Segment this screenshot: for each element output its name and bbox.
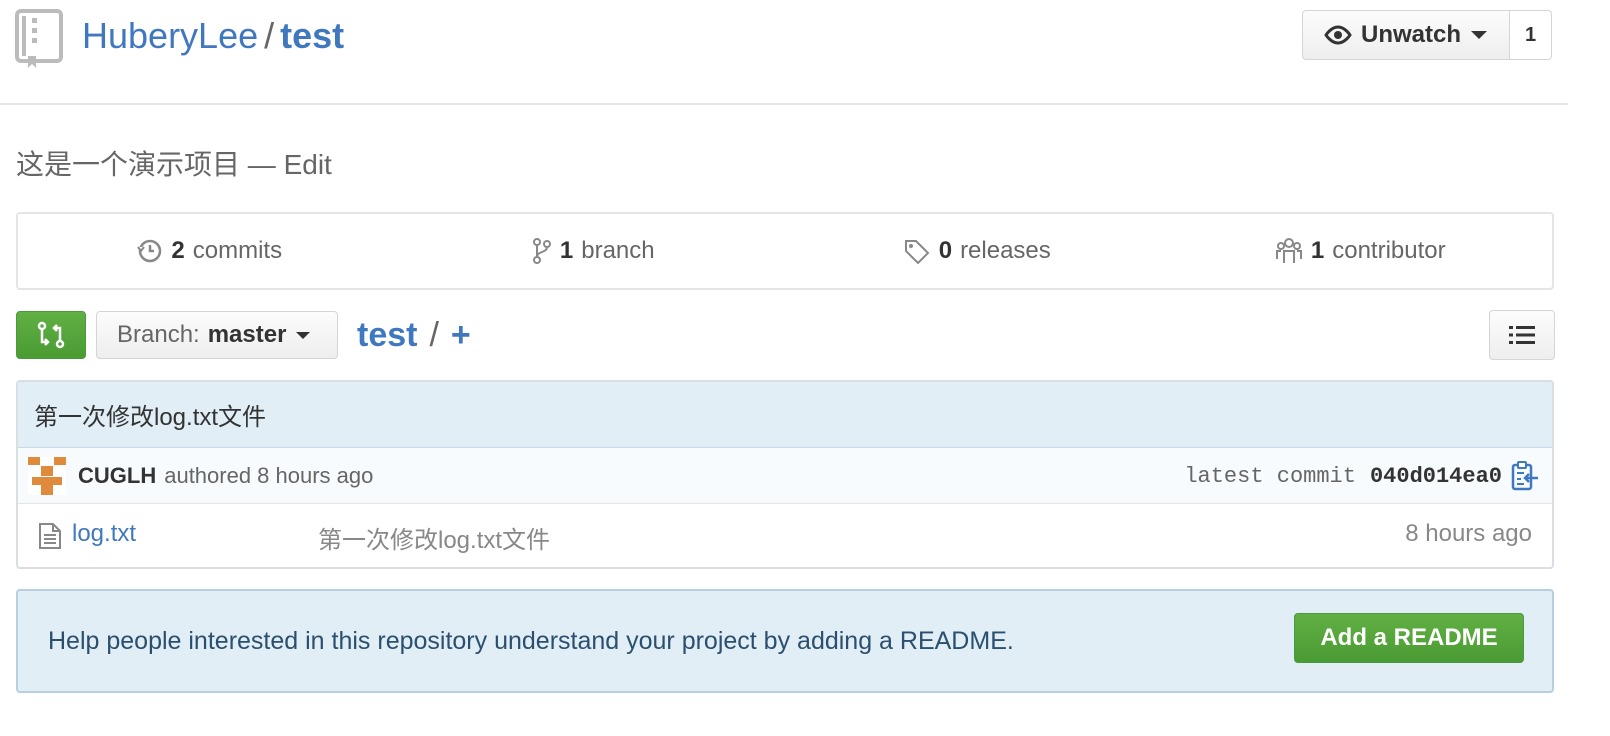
- unwatch-label: Unwatch: [1361, 21, 1462, 48]
- watchers-count[interactable]: 1: [1510, 10, 1552, 60]
- contributors-label: contributor: [1332, 237, 1446, 264]
- watch-group: Unwatch 1: [1302, 10, 1552, 60]
- repo-description-dash: —: [247, 149, 276, 180]
- avatar[interactable]: [28, 456, 66, 495]
- commit-meta: CUGLH authored 8 hours ago latest commit…: [18, 448, 1552, 504]
- commits-count: 2: [171, 237, 185, 264]
- chevron-down-icon: [1471, 31, 1488, 39]
- summary-contributors[interactable]: 1 contributor: [1169, 214, 1553, 288]
- commits-label: commits: [192, 237, 283, 264]
- file-age: 8 hours ago: [1405, 520, 1532, 547]
- compare-button[interactable]: [16, 311, 86, 359]
- repo-header: HuberyLee / test Unwatch 1: [0, 0, 1568, 105]
- summary-releases[interactable]: 0 releases: [785, 214, 1169, 288]
- file-text-icon: [39, 523, 61, 549]
- branch-prefix: Branch:: [117, 321, 200, 348]
- summary-commits[interactable]: 2 commits: [18, 214, 402, 288]
- repo-icon: [15, 9, 63, 68]
- git-branch-icon: [532, 238, 551, 264]
- commit-authored-time: authored 8 hours ago: [164, 462, 374, 488]
- repo-summary: 2 commits 1 branch 0 releases 1 contribu…: [16, 212, 1554, 290]
- file-commit-message[interactable]: 第一次修改log.txt文件: [318, 520, 550, 555]
- edit-description-link[interactable]: Edit: [284, 149, 332, 180]
- commit-author[interactable]: CUGLH: [78, 463, 156, 489]
- chevron-down-icon: [296, 331, 311, 339]
- readme-prompt: Help people interested in this repositor…: [16, 589, 1554, 693]
- commit-sha-link[interactable]: 040d014ea0: [1370, 464, 1502, 489]
- file-row: log.txt 第一次修改log.txt文件 8 hours ago: [18, 504, 1552, 567]
- repo-name-link[interactable]: test: [280, 15, 344, 56]
- repo-title: HuberyLee / test: [82, 14, 344, 58]
- new-file-button[interactable]: +: [451, 316, 471, 354]
- releases-count: 0: [938, 237, 953, 264]
- commit-message[interactable]: 第一次修改log.txt文件: [34, 397, 266, 432]
- summary-branches[interactable]: 1 branch: [402, 214, 786, 288]
- branch-name: master: [207, 321, 287, 348]
- breadcrumb-root-link[interactable]: test: [357, 316, 417, 354]
- breadcrumb: test / +: [357, 312, 471, 358]
- repo-description-text: 这是一个演示项目: [16, 149, 241, 180]
- unwatch-button[interactable]: Unwatch: [1302, 10, 1510, 60]
- git-compare-icon: [37, 321, 65, 349]
- branches-count: 1: [559, 237, 574, 264]
- readme-prompt-text: Help people interested in this repositor…: [48, 627, 1014, 655]
- repo-title-separator: /: [264, 15, 275, 56]
- tag-icon: [904, 240, 930, 264]
- commit-tease: 第一次修改log.txt文件: [18, 382, 1552, 448]
- history-icon: [137, 239, 162, 263]
- file-navigation: 第一次修改log.txt文件 CUGLH authored 8 hours ag…: [16, 380, 1554, 569]
- contributors-count: 1: [1310, 237, 1325, 264]
- repo-description: 这是一个演示项目 — Edit: [16, 147, 332, 183]
- eye-icon: [1324, 25, 1352, 45]
- latest-commit-label: latest commit: [1184, 463, 1356, 489]
- repo-owner-link[interactable]: HuberyLee: [82, 15, 258, 56]
- clippy-icon[interactable]: [1510, 460, 1540, 492]
- add-readme-button[interactable]: Add a README: [1294, 613, 1524, 663]
- list-unordered-icon: [1509, 326, 1535, 344]
- breadcrumb-separator: /: [429, 316, 439, 354]
- organization-icon: [1275, 238, 1302, 263]
- file-name-link[interactable]: log.txt: [72, 520, 136, 548]
- branch-selector[interactable]: Branch: master: [96, 311, 338, 359]
- branches-label: branch: [581, 237, 655, 264]
- latest-commit: latest commit 040d014ea0: [1184, 448, 1502, 504]
- view-list-button[interactable]: [1489, 310, 1555, 360]
- releases-label: releases: [960, 237, 1051, 264]
